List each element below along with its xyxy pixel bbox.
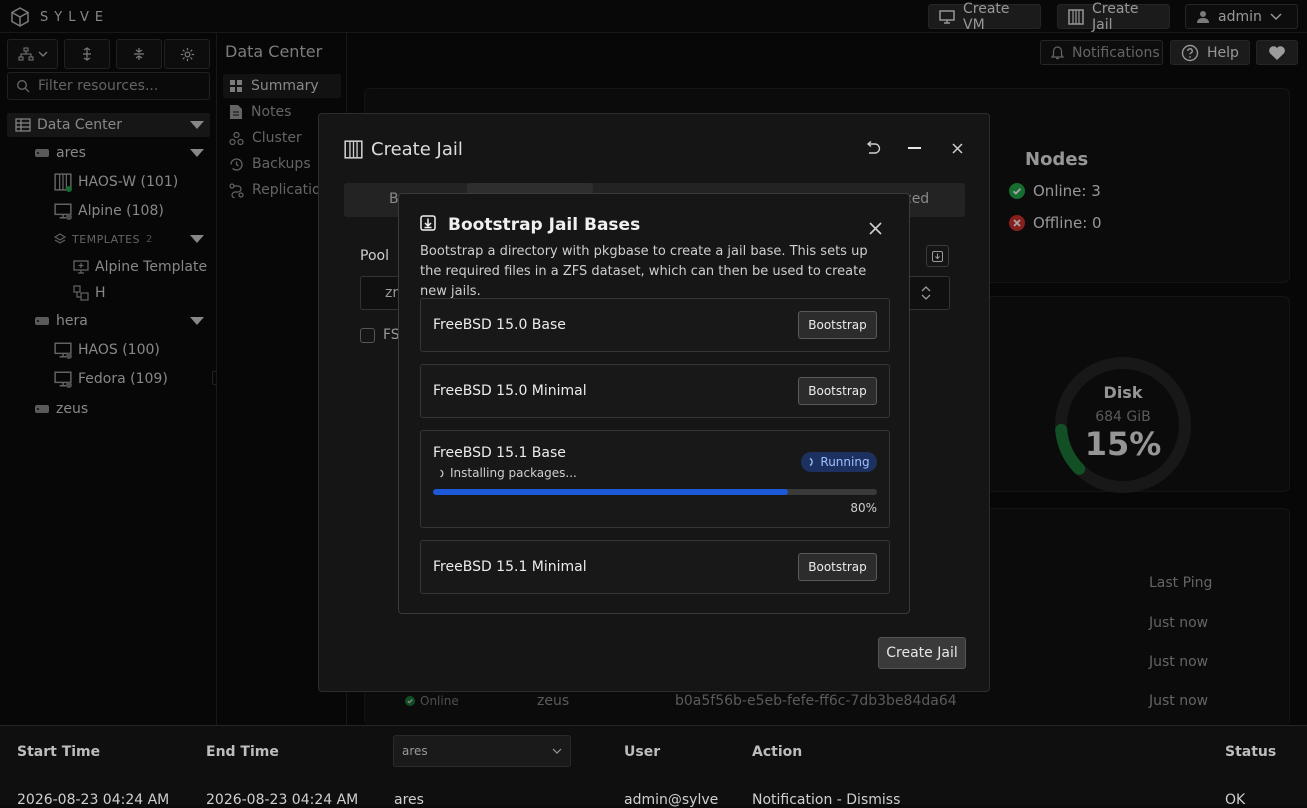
undo-icon[interactable]	[865, 141, 881, 155]
base-name: FreeBSD 15.0 Base	[433, 317, 566, 333]
create-jail-submit-button[interactable]: Create Jail	[878, 637, 966, 669]
progress-bar	[433, 489, 877, 495]
cell-status: OK	[1225, 792, 1246, 808]
base-row-running: FreeBSD 15.1 Base Running Installing pac…	[420, 430, 890, 528]
progress-fill	[433, 489, 789, 495]
chevron-updown-icon	[921, 286, 931, 300]
cell-start-time: 2026-08-23 04:24 AM	[17, 792, 170, 808]
dialog-title: Create Jail	[371, 139, 463, 160]
spinner-icon	[808, 457, 816, 467]
node-filter-select[interactable]: ares	[393, 735, 571, 767]
minimize-icon[interactable]	[908, 147, 921, 149]
bootstrap-button[interactable]: Bootstrap	[798, 553, 877, 581]
header-start-time: Start Time	[17, 744, 101, 760]
base-name: FreeBSD 15.0 Minimal	[433, 383, 587, 399]
fs-checkbox[interactable]	[360, 328, 375, 343]
progress-label: 80%	[850, 501, 877, 515]
base-name: FreeBSD 15.1 Minimal	[433, 559, 587, 575]
header-action: Action	[752, 744, 803, 760]
base-row: FreeBSD 15.1 Minimal Bootstrap	[420, 540, 890, 594]
cell-node: ares	[394, 792, 424, 808]
bootstrap-open-button[interactable]	[926, 245, 949, 267]
status-badge: Running	[801, 452, 877, 472]
cell-end-time: 2026-08-23 04:24 AM	[206, 792, 359, 808]
cell-user: admin@sylve	[624, 792, 719, 808]
node-filter-value: ares	[402, 744, 428, 758]
bootstrap-dialog: Bootstrap Jail Bases Bootstrap a directo…	[398, 193, 910, 614]
bootstrap-title: Bootstrap Jail Bases	[448, 215, 641, 235]
status-label: Running	[820, 455, 870, 469]
base-row: FreeBSD 15.0 Minimal Bootstrap	[420, 364, 890, 418]
pool-value: zr	[385, 285, 399, 301]
header-user: User	[624, 744, 661, 760]
spinner-icon	[439, 469, 445, 478]
bootstrap-description: Bootstrap a directory with pkgbase to cr…	[420, 244, 868, 299]
audit-panel: Start Time End Time ares User Action Sta…	[0, 725, 1307, 808]
download-icon	[420, 215, 436, 231]
close-icon[interactable]	[869, 222, 882, 235]
jail-icon	[344, 140, 363, 159]
download-icon	[932, 250, 943, 262]
base-name: FreeBSD 15.1 Base	[433, 445, 566, 461]
cell-action: Notification - Dismiss	[752, 792, 901, 808]
pool-label: Pool	[360, 248, 389, 264]
close-icon[interactable]	[952, 143, 963, 154]
chevron-down-icon	[552, 748, 562, 754]
header-status: Status	[1225, 744, 1277, 760]
bootstrap-button[interactable]: Bootstrap	[798, 311, 877, 339]
header-end-time: End Time	[206, 744, 279, 760]
step-label: Installing packages...	[450, 466, 577, 480]
base-row: FreeBSD 15.0 Base Bootstrap	[420, 298, 890, 352]
base-step: Installing packages...	[439, 466, 577, 480]
bootstrap-button[interactable]: Bootstrap	[798, 377, 877, 405]
